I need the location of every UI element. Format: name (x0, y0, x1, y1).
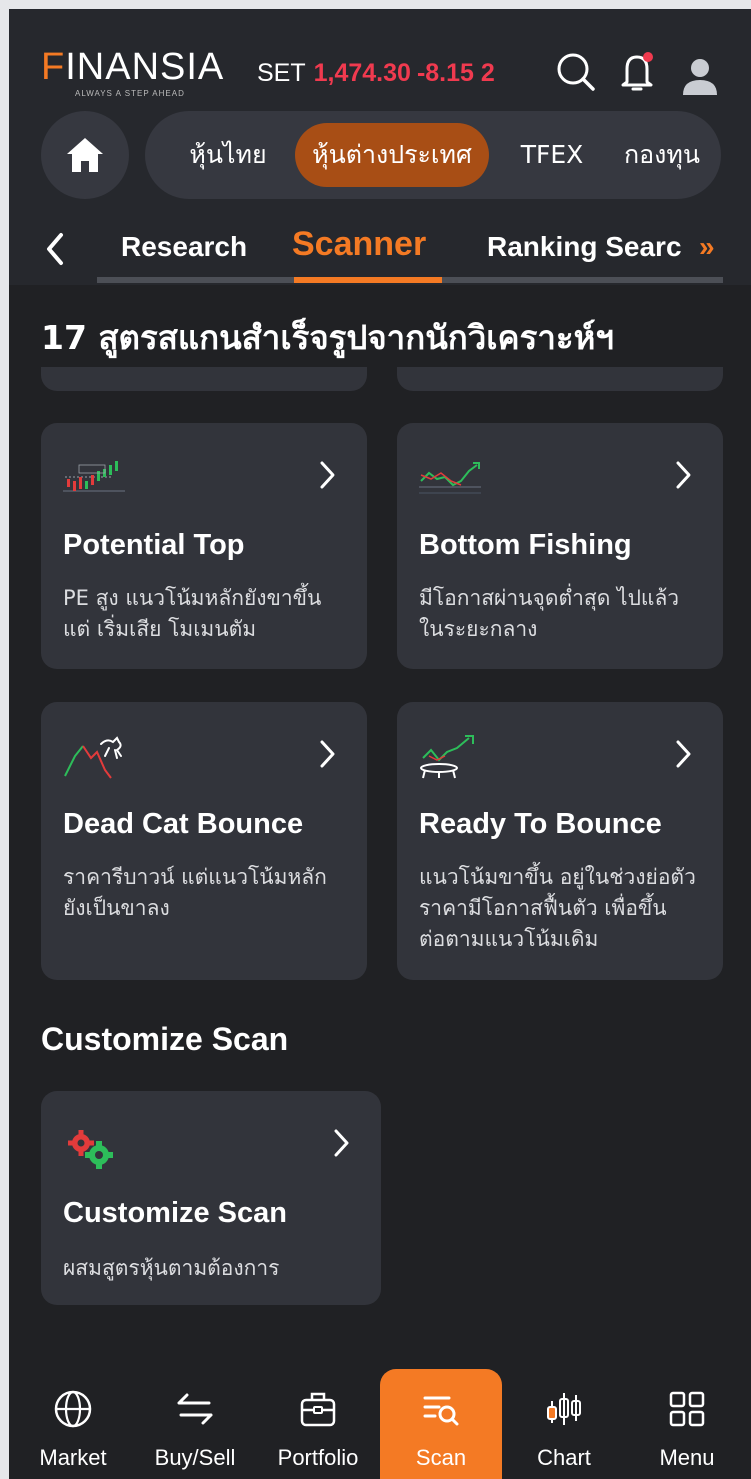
app-header: FINANSIA ALWAYS A STEP AHEAD SET 1,474.30… (9, 9, 751, 285)
nav-label: Buy/Sell (154, 1445, 236, 1470)
logo-tagline: ALWAYS A STEP AHEAD (75, 89, 185, 98)
home-button[interactable] (41, 111, 129, 199)
scan-card-bottom-fishing[interactable]: Bottom Fishing มีโอกาสผ่านจุดต่ำสุด ไปแล… (397, 423, 723, 669)
chevron-left-icon[interactable] (41, 229, 67, 269)
card-title: Customize Scan (63, 1197, 287, 1229)
index-label: SET (257, 59, 306, 87)
card-title: Bottom Fishing (419, 529, 632, 561)
tab-tfex[interactable]: TFEX (497, 123, 607, 187)
scan-card-dead-cat-bounce[interactable]: Dead Cat Bounce ราคารีบาวน์ แต่แนวโน้มหล… (41, 702, 367, 980)
more-tabs-icon[interactable]: » (699, 231, 715, 263)
section-title: 17 สูตรสแกนสำเร็จรูปจากนักวิเคราะห์ฯ (41, 318, 614, 357)
tab-scanner[interactable]: Scanner (292, 225, 426, 264)
nav-label: Chart (537, 1445, 591, 1470)
briefcase-icon (300, 1392, 336, 1427)
nav-label: Menu (659, 1445, 715, 1470)
nav-label: Scan (415, 1445, 467, 1470)
tab-foreign-stocks[interactable]: หุ้นต่างประเทศ (295, 123, 489, 187)
app-screen: FINANSIA ALWAYS A STEP AHEAD SET 1,474.30… (9, 9, 751, 1479)
chart-top-icon (63, 461, 125, 492)
logo-initial: F (41, 46, 66, 88)
card-description: PE สูง แนวโน้มหลักยังขาขึ้น แต่ เริ่มเสี… (63, 586, 322, 641)
chevron-right-icon (320, 740, 335, 768)
nav-portfolio[interactable]: Portfolio (257, 1369, 379, 1479)
scan-card-ready-to-bounce[interactable]: Ready To Bounce แนวโน้มขาขึ้น อยู่ในช่วง… (397, 702, 723, 980)
nav-menu[interactable]: Menu (626, 1369, 748, 1479)
card-description: ผสมสูตรหุ้นตามต้องการ (63, 1256, 280, 1280)
bell-icon[interactable] (615, 49, 661, 95)
grid-icon (669, 1391, 705, 1427)
nav-label: Market (39, 1445, 107, 1470)
scan-card-potential-top[interactable]: Potential Top PE สูง แนวโน้มหลักยังขาขึ้… (41, 423, 367, 669)
card-title: Dead Cat Bounce (63, 808, 304, 840)
tab-thai-stocks[interactable]: หุ้นไทย (165, 123, 291, 187)
cat-chart-icon (64, 736, 122, 779)
sub-tab-bar: Research Scanner Ranking Searc » (9, 219, 751, 285)
candlestick-icon (547, 1393, 581, 1425)
scan-icon (423, 1396, 459, 1426)
finansia-logo[interactable]: FINANSIA ALWAYS A STEP AHEAD (41, 46, 225, 98)
tab-ranking-search[interactable]: Ranking Searc (487, 231, 699, 263)
nav-buy-sell[interactable]: Buy/Sell (134, 1369, 256, 1479)
nav-chart[interactable]: Chart (503, 1369, 625, 1479)
card-partial[interactable] (41, 367, 367, 391)
logo-wordmark: INANSIA (65, 46, 225, 88)
set-index-ticker[interactable]: SET 1,474.30 -8.15 2 (257, 59, 495, 88)
bottom-navigation: Market Buy/Sell Portfolio Scan Chart Men… (9, 1369, 751, 1479)
tab-active-indicator (294, 277, 442, 283)
swap-icon (177, 1393, 213, 1425)
tab-funds[interactable]: กองทุน (607, 123, 717, 187)
customize-section-title: Customize Scan (41, 1021, 289, 1057)
search-icon[interactable] (553, 49, 599, 95)
globe-icon (54, 1390, 92, 1428)
user-icon[interactable] (677, 53, 723, 99)
scan-card-customize[interactable]: Customize Scan ผสมสูตรหุ้นตามต้องการ (41, 1091, 381, 1305)
chevron-right-icon (320, 461, 335, 489)
notification-dot (643, 52, 653, 62)
card-title: Ready To Bounce (419, 808, 662, 840)
card-partial[interactable] (397, 367, 723, 391)
trampoline-icon (420, 735, 474, 779)
card-description: ราคารีบาวน์ แต่แนวโน้มหลัก ยังเป็นขาลง (63, 865, 327, 920)
gears-icon (68, 1130, 113, 1169)
chevron-right-icon (676, 740, 691, 768)
nav-scan[interactable]: Scan (380, 1369, 502, 1479)
chevron-right-icon (676, 461, 691, 489)
chevron-right-icon (334, 1129, 349, 1157)
home-icon (67, 138, 103, 172)
market-tab-bar: หุ้นไทย หุ้นต่างประเทศ TFEX กองทุน (145, 111, 721, 199)
nav-label: Portfolio (277, 1445, 359, 1470)
chart-bottom-icon (419, 462, 481, 494)
index-value: 1,474.30 (313, 59, 411, 87)
nav-market[interactable]: Market (12, 1369, 134, 1479)
card-description: แนวโน้มขาขึ้น อยู่ในช่วงย่อตัว ราคามีโอก… (419, 865, 696, 951)
card-description: มีโอกาสผ่านจุดต่ำสุด ไปแล้ว ในระยะกลาง (419, 586, 680, 641)
tab-research[interactable]: Research (121, 231, 247, 263)
card-title: Potential Top (63, 529, 245, 561)
index-change: -8.15 2 (416, 59, 495, 87)
